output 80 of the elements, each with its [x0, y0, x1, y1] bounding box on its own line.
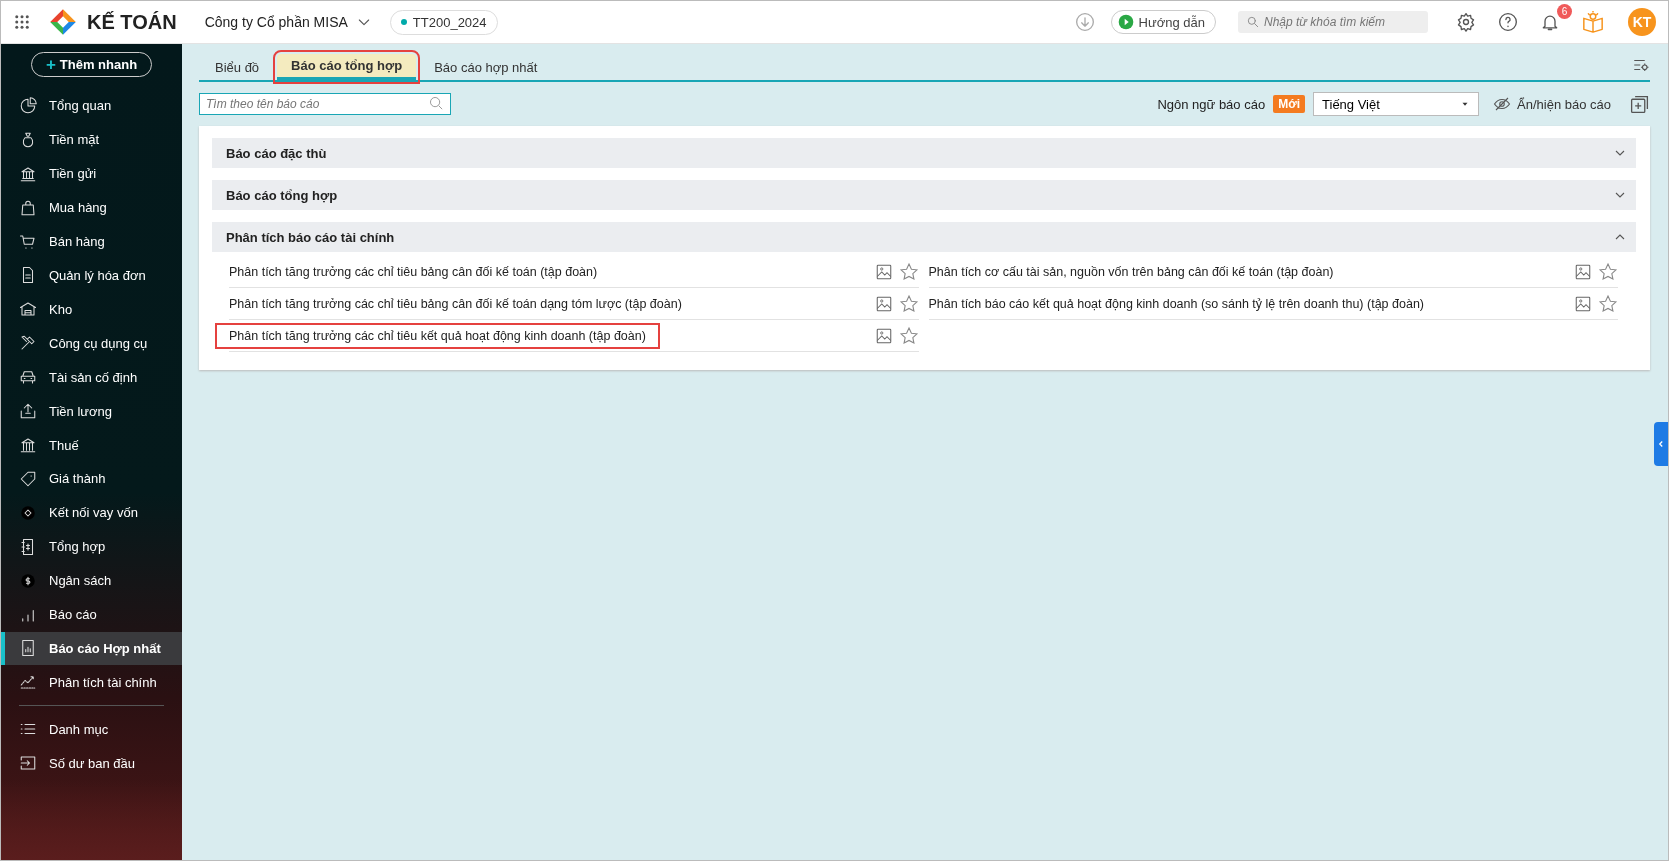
search-icon [1246, 15, 1260, 29]
star-button[interactable] [898, 293, 919, 314]
add-copy-icon [1629, 93, 1650, 115]
report-link[interactable]: Phân tích tăng trưởng các chỉ tiêu bảng cân đối kế toán dạng tóm lược (tập đoàn) [229, 294, 869, 313]
sidebar-item[interactable]: Số dư ban đầu [1, 746, 182, 781]
budget-icon [19, 571, 37, 590]
car-icon [19, 368, 37, 387]
image-preview-button[interactable] [874, 326, 893, 345]
sidebar-item[interactable]: Tổng quan [1, 89, 182, 123]
sidebar-item[interactable]: Danh mục [1, 712, 182, 747]
sidebar-item[interactable]: Thuế [1, 428, 182, 462]
sidebar-item[interactable]: Kho [1, 292, 182, 327]
report-search-field[interactable]: Tìm theo tên báo cáo [199, 93, 451, 115]
settings-button[interactable] [1456, 12, 1476, 32]
sidebar-item[interactable]: Tiền lương [1, 394, 182, 429]
pie-chart-icon [19, 96, 37, 115]
sidebar-item[interactable]: Bán hàng [1, 224, 182, 259]
star-button[interactable] [898, 325, 919, 346]
language-label: Ngôn ngữ báo cáo [1157, 96, 1266, 112]
app-name: KẾ TOÁN [87, 10, 177, 34]
section-header[interactable]: Báo cáo tổng hợp [212, 180, 1636, 210]
help-icon [1498, 12, 1518, 32]
sidebar-item[interactable]: Báo cáo [1, 597, 182, 632]
tab[interactable]: Báo cáo hợp nhất [420, 54, 552, 80]
add-report-button[interactable] [1629, 93, 1650, 115]
sidebar-item[interactable]: Phân tích tài chính [1, 665, 182, 700]
sidebar-item[interactable]: Công cụ dụng cụ [1, 326, 182, 361]
section-header[interactable]: Phân tích báo cáo tài chính [212, 222, 1636, 252]
language-dropdown[interactable]: Tiếng Việt [1313, 92, 1480, 116]
trend-chart-icon [19, 673, 37, 692]
global-search-field[interactable]: Nhập từ khóa tìm kiếm [1238, 11, 1428, 33]
sidebar-item[interactable]: Tài sản cố định [1, 360, 182, 395]
sidebar-item[interactable]: Tiền mặt [1, 122, 182, 157]
warehouse-icon [19, 300, 37, 319]
sidebar-item[interactable]: Tiền gửi [1, 156, 182, 191]
lightbulb-book-icon [1582, 11, 1604, 33]
image-preview-button[interactable] [1574, 262, 1592, 281]
app-logo-icon [49, 8, 77, 36]
link-circle-icon [19, 503, 37, 522]
sidebar-item[interactable]: Giá thành [1, 461, 182, 496]
company-dropdown[interactable]: Công ty Cổ phần MISA [204, 14, 372, 30]
report-link[interactable]: Phân tích tăng trưởng các chỉ tiêu bảng cân đối kế toán (tập đoàn) [229, 262, 869, 281]
settings-icon [1456, 12, 1476, 32]
star-button[interactable] [1598, 293, 1618, 314]
toggle-reports-button[interactable]: Ẩn/hiện báo cáo [1493, 95, 1611, 113]
import-icon [19, 754, 37, 773]
play-icon [1117, 14, 1134, 30]
app-menu-button[interactable] [13, 13, 31, 31]
download-icon [1074, 12, 1095, 32]
help-button[interactable] [1498, 12, 1518, 32]
tax-building-icon [19, 436, 37, 454]
image-preview-button[interactable] [1574, 294, 1592, 313]
tips-button[interactable] [1582, 11, 1604, 33]
star-button[interactable] [1598, 261, 1618, 282]
sidebar-item[interactable]: Ngân sách [1, 563, 182, 598]
image-preview-button[interactable] [874, 262, 893, 281]
report-link[interactable]: Phân tích cơ cấu tài sản, nguồn vốn trên bảng cân đối kế toán (tập đoàn) [928, 262, 1568, 281]
sidebar-item[interactable]: Mua hàng [1, 190, 182, 225]
image-preview-button[interactable] [874, 294, 893, 313]
report-chart-icon [19, 639, 37, 658]
grid-menu-icon [13, 13, 31, 31]
guide-button[interactable]: Hướng dẫn [1110, 10, 1216, 34]
eye-slash-icon [1493, 95, 1512, 113]
cart-icon [19, 232, 37, 251]
section-header[interactable]: Báo cáo đặc thù [212, 138, 1636, 168]
sidebar-item[interactable]: Báo cáo Hợp nhất [1, 631, 182, 666]
report-link[interactable]: Phân tích báo cáo kết quả hoạt động kinh doanh (so sánh tỷ lệ trên doanh thu) (tập đoàn) [928, 294, 1568, 313]
download-button[interactable] [1074, 12, 1095, 32]
new-badge: Mới [1273, 95, 1306, 113]
search-icon [428, 95, 445, 112]
collapse-panel-button[interactable] [1654, 422, 1668, 466]
shopping-bag-icon [19, 198, 37, 217]
star-button[interactable] [898, 261, 919, 282]
tab[interactable]: Biểu đồ [201, 54, 274, 80]
sidebar-item[interactable]: Quản lý hóa đơn [1, 258, 182, 293]
database-selector[interactable]: TT200_2024 [389, 9, 498, 35]
notification-count: 6 [1557, 4, 1572, 19]
tag-icon [19, 469, 37, 488]
sidebar-item[interactable]: Kết nối vay vốn [1, 495, 182, 530]
sidebar-item[interactable]: Tổng hợp [1, 529, 182, 564]
